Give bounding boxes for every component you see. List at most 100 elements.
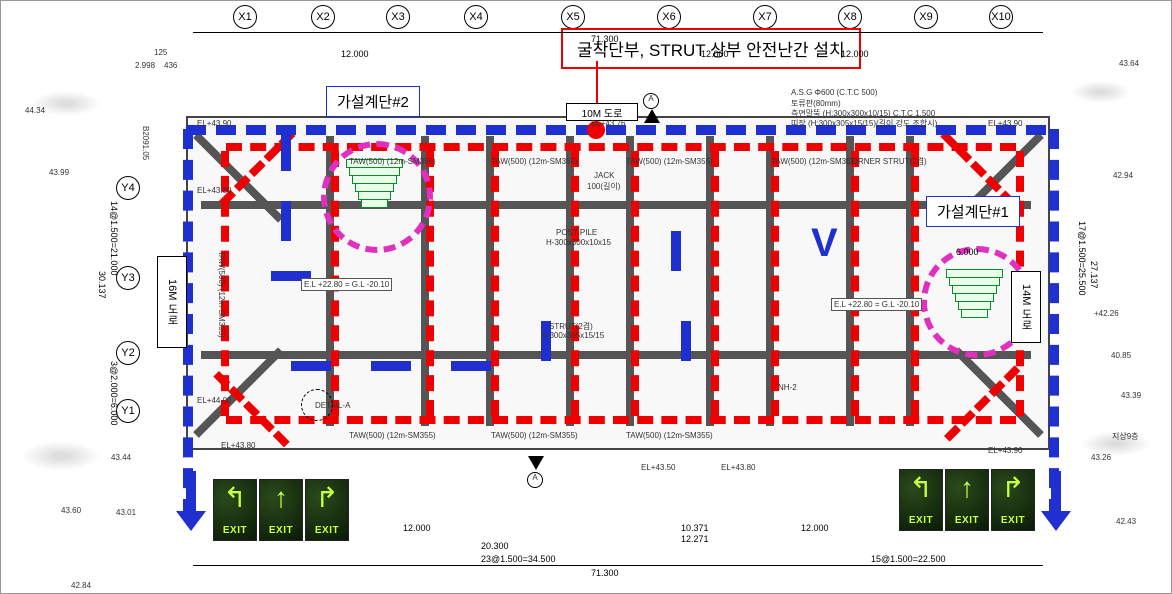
drawing-canvas: X1 X2 X3 X4 X5 X6 X7 X8 X9 X10 Y4 Y3 Y2 … [0, 0, 1172, 594]
grid-x2: X2 [311, 5, 335, 29]
blue-path [671, 231, 681, 271]
dim-total-w: 71.300 [591, 568, 619, 578]
taw-label: TAW(500) (12m-SM355) [491, 157, 578, 166]
taw-label: TAW(500) (12m-SM355) [491, 431, 578, 440]
el-label: EL+43.50 [641, 463, 675, 472]
note-jack: JACK [594, 171, 614, 180]
note-jack-dim: 100(길이) [587, 181, 620, 192]
spot-el: 42.84 [71, 581, 91, 590]
blue-path [1049, 129, 1059, 519]
spot-el: 42.43 [1116, 517, 1136, 526]
road-16m: 16M 도로 [157, 256, 187, 348]
exit-text: EXIT [315, 525, 339, 536]
grid-x4: X4 [464, 5, 488, 29]
stair2-label: 가설계단#2 [326, 86, 420, 117]
dim-line [193, 565, 1043, 566]
red-strut-overlay [771, 151, 779, 416]
red-strut-overlay [711, 151, 719, 416]
red-strut-overlay [571, 151, 579, 416]
blue-v-mark: V [811, 221, 838, 266]
dim-h2: 3@2.000=6.000 [109, 361, 119, 425]
section-mark-a: A [527, 472, 543, 488]
exit-panel-right: ↱ EXIT [305, 479, 349, 541]
dim-w7: 12.271 [681, 534, 709, 544]
dim-line [193, 32, 1043, 33]
dim-total-w-top: 71.300 [591, 34, 619, 44]
note-nh2: NH-2 [778, 383, 797, 392]
road-text: 16M 도로 [164, 279, 180, 325]
grid-x10: X10 [989, 5, 1013, 29]
floor-label: 지상9층 [1112, 431, 1139, 442]
note-strut-spec: H-300x305x15/15 [541, 331, 604, 340]
dim-w6: 10.371 [681, 523, 709, 533]
blue-path [681, 321, 691, 361]
spot-dim: B2091.05 [141, 126, 150, 160]
exit-text: EXIT [223, 525, 247, 536]
spot-el: 43.64 [1119, 59, 1139, 68]
red-strut-overlay [631, 151, 639, 416]
stair1-label: 가설계단#1 [926, 196, 1020, 227]
dim-h1: 14@1.500=21.000 [109, 201, 119, 275]
exit-sign-left: ↰ EXIT ↑ EXIT ↱ EXIT [213, 479, 349, 541]
arrow-up-icon: ↑ [274, 484, 288, 512]
taw-label: TAW(500) (12m-SM355) [771, 157, 858, 166]
label-text: 가설계단#2 [337, 94, 409, 111]
spot-el: 43.01 [116, 508, 136, 517]
exit-panel-left: ↰ EXIT [899, 469, 943, 531]
dim-w1t3: 12.000 [841, 49, 869, 59]
dim-total-h: 30.137 [97, 271, 107, 299]
grid-x9: X9 [914, 5, 938, 29]
spot-el: 40.85 [1111, 351, 1131, 360]
taw-label: TAW(500) (12m-SM355) [626, 431, 713, 440]
el-label: EL+43.80 [221, 441, 255, 450]
exit-text: EXIT [955, 515, 979, 526]
spot-dim: 436 [164, 61, 177, 70]
grid-y2: Y2 [116, 341, 140, 365]
note-postpile-spec: H-300x300x10x15 [546, 238, 611, 247]
grid-x6: X6 [657, 5, 681, 29]
dim-pitch15: 15@1.500=22.500 [871, 554, 945, 564]
spot-el: 44.34 [25, 106, 45, 115]
section-arrow-a-icon [528, 456, 544, 470]
spot-el: 43.26 [1091, 453, 1111, 462]
taw-label-v: TAW(500) (12m-SM355) [217, 251, 226, 338]
exit-sign-right: ↰ EXIT ↑ EXIT ↱ EXIT [899, 469, 1035, 531]
exit-text: EXIT [1001, 515, 1025, 526]
road-14m: 14M 도로 [1011, 271, 1041, 343]
label-text: 가설계단#1 [937, 204, 1009, 221]
exit-panel-up: ↑ EXIT [259, 479, 303, 541]
spot-el: 43.99 [49, 168, 69, 177]
arrow-turn-right-icon: ↱ [1001, 474, 1024, 502]
temp-stair-2 [346, 159, 406, 219]
dim-h4: 27.137 [1089, 261, 1099, 289]
arrow-turn-left-icon: ↰ [909, 474, 932, 502]
grid-y3: Y3 [116, 266, 140, 290]
exit-text: EXIT [909, 515, 933, 526]
spot-el: +42.26 [1094, 309, 1119, 318]
section-mark-a: A [643, 93, 659, 109]
strut-horizontal [201, 351, 1031, 359]
el-label: EL+43.90 [197, 119, 231, 128]
arrow-up-icon: ↑ [960, 474, 974, 502]
arrow-turn-right-icon: ↱ [315, 484, 338, 512]
gl-label: E.L +22.80 = G.L -20.10 [301, 278, 392, 291]
el-label: EL+43.80 [721, 463, 755, 472]
grid-x5: X5 [561, 5, 585, 29]
exit-panel-up: ↑ EXIT [945, 469, 989, 531]
smudge [1071, 81, 1131, 103]
el-label: EL+43.80 [197, 186, 231, 195]
blue-path [281, 131, 291, 171]
note-corner: CORNER STRUT(2겹) [846, 156, 927, 167]
el-label: EL+44.00 [197, 396, 231, 405]
grid-y1: Y1 [116, 399, 140, 423]
detail-a-circle [301, 389, 333, 421]
exit-panel-left: ↰ EXIT [213, 479, 257, 541]
arrow-turn-left-icon: ↰ [223, 484, 246, 512]
grid-x1: X1 [233, 5, 257, 29]
blue-path [371, 361, 411, 371]
grid-y4: Y4 [116, 176, 140, 200]
grid-x7: X7 [753, 5, 777, 29]
exit-text: EXIT [269, 525, 293, 536]
spot-dim: 125 [154, 48, 167, 57]
note-hbeam: 띠장 (H:300x305x15/15)(길이 강도 조합시) [791, 118, 937, 129]
